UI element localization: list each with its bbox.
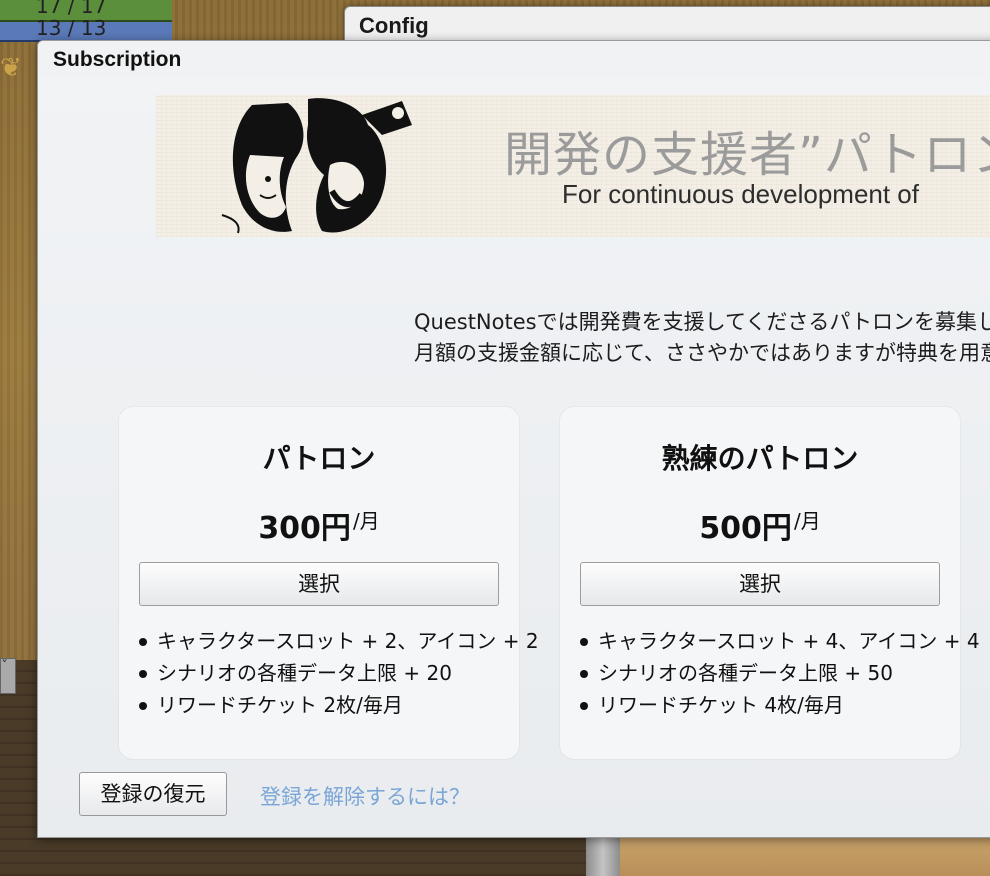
mp-text: 13 / 13 [36,16,107,40]
banner-subheading: For continuous development of [562,179,919,209]
subscription-body: 開発の支援者”パトロン For continuous development o… [38,77,990,837]
game-panel-edge [620,836,990,876]
patron-illustration-icon [221,98,412,234]
plan-card-patron: パトロン 300円/月 選択 キャラクタースロット + 2、アイコン + 2 シ… [119,407,539,759]
subscription-window-title: Subscription [53,48,182,71]
feature-item: キャラクタースロット + 2、アイコン + 2 [137,625,539,657]
feature-item: リワードチケット 2枚/毎月 [137,689,539,721]
plan-price-amount: 500円 [699,511,792,546]
select-button-expert-patron[interactable]: 選択 [580,562,940,606]
restore-subscription-button[interactable]: 登録の復元 [79,772,227,816]
plan-price-period: /月 [352,509,380,533]
patron-banner: 開発の支援者”パトロン For continuous development o… [156,95,990,237]
description-line: QuestNotesでは開発費を支援してくださるパトロンを募集して [414,310,990,334]
subscription-description: QuestNotesでは開発費を支援してくださるパトロンを募集して 月額の支援金… [414,307,990,369]
plan-name: パトロン [262,442,376,475]
plan-name: 熟練のパトロン [661,442,859,475]
banner-heading: 開発の支援者”パトロン [504,127,990,183]
feature-item: リワードチケット 4枚/毎月 [578,689,980,721]
subscription-window: Subscription 開発の支援者”パトロン For continuous … [37,40,990,838]
ornament-icon: ❦ [0,53,22,83]
plan-card-expert-patron: 熟練のパトロン 500円/月 選択 キャラクタースロット + 4、アイコン + … [560,407,980,759]
subscription-titlebar[interactable]: Subscription [38,41,990,78]
select-button-patron[interactable]: 選択 [139,562,499,606]
feature-item: シナリオの各種データ上限 + 20 [137,657,539,689]
feature-item: シナリオの各種データ上限 + 50 [578,657,980,689]
feature-item: キャラクタースロット + 4、アイコン + 4 [578,625,980,657]
plan-price: 500円/月 [560,503,960,547]
side-tab[interactable]: ˇ [0,658,16,694]
cancel-subscription-link[interactable]: 登録を解除するには？ [260,781,470,811]
plan-price-amount: 300円 [258,511,351,546]
plan-features: キャラクタースロット + 4、アイコン + 4 シナリオの各種データ上限 + 5… [578,625,980,721]
config-window-title: Config [359,13,429,38]
game-pillar [586,836,620,876]
plan-price-period: /月 [793,509,821,533]
description-line: 月額の支援金額に応じて、ささやかではありますが特典を用意 [414,341,990,365]
plan-price: 300円/月 [119,503,519,547]
plan-features: キャラクタースロット + 2、アイコン + 2 シナリオの各種データ上限 + 2… [137,625,539,721]
